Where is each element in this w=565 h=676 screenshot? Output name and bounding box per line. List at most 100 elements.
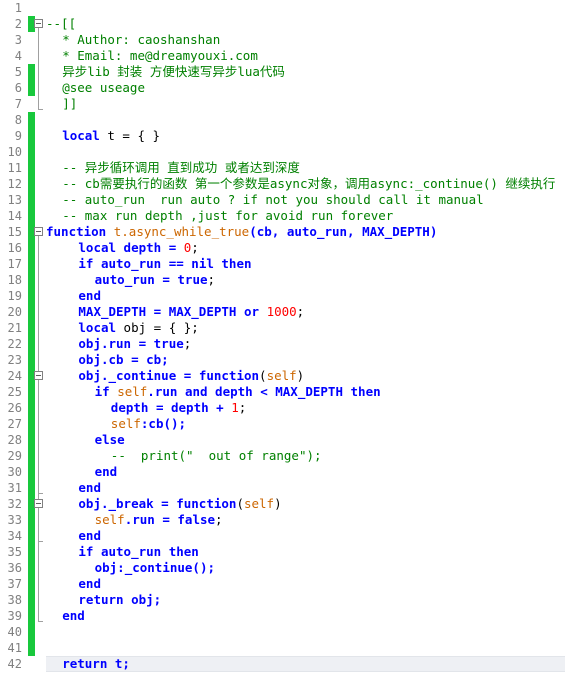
code-line[interactable]: --[[ xyxy=(46,16,76,32)
code-editor[interactable]: 1 2 3 4 5 6 7 8 9 10 11 12 13 14 15 16 17 18 19 20 21 22 23 24 2… xyxy=(0,0,565,676)
code-line[interactable]: end xyxy=(62,608,85,624)
line-number: 9 xyxy=(14,129,22,143)
code-token-keyword: return xyxy=(62,656,108,671)
code-token-keyword: false xyxy=(177,512,216,527)
code-line[interactable]: local t = { } xyxy=(62,128,160,144)
code-token-keyword: local xyxy=(62,128,100,143)
line-number: 28 xyxy=(7,433,22,447)
code-line[interactable]: end xyxy=(78,288,101,304)
code-line[interactable]: if auto_run == nil then xyxy=(78,256,251,272)
line-number: 13 xyxy=(7,193,22,207)
code-token-keyword: function xyxy=(176,496,237,511)
code-line[interactable]: end xyxy=(78,576,101,592)
code-line[interactable]: -- cb需要执行的函数 第一个参数是async对象，调用async:_cont… xyxy=(62,176,555,192)
line-number: 10 xyxy=(7,145,22,159)
code-line[interactable]: obj._continue = function(self) xyxy=(78,368,304,384)
code-line[interactable]: @see useage xyxy=(62,80,145,96)
line-number: 23 xyxy=(7,353,22,367)
code-line[interactable]: end xyxy=(78,480,101,496)
code-token-self: self xyxy=(110,416,141,431)
code-token-comment: 异步lib 封装 方便快速写异步lua代码 xyxy=(62,64,285,79)
code-line[interactable]: else xyxy=(95,432,125,448)
code-line[interactable]: auto_run = true; xyxy=(95,272,215,288)
fold-toggle-expanded[interactable] xyxy=(34,19,43,28)
code-line[interactable]: if self.run and depth < MAX_DEPTH then xyxy=(95,384,381,400)
line-number: 38 xyxy=(7,593,22,607)
code-token-plain: obj = { }; xyxy=(116,320,199,335)
line-number: 16 xyxy=(7,241,22,255)
code-token-keyword: end xyxy=(62,608,85,623)
code-token-keyword: then xyxy=(168,544,199,559)
code-token-keyword: obj._continue = xyxy=(78,368,199,383)
code-line[interactable]: self:cb(); xyxy=(111,416,186,432)
code-token-plain: ; xyxy=(191,240,199,255)
code-line[interactable]: self.run = false; xyxy=(95,512,223,528)
code-token-keyword: if xyxy=(94,384,110,399)
code-line[interactable]: return obj; xyxy=(78,592,161,608)
code-token-keyword: obj:_continue(); xyxy=(94,560,216,575)
code-line[interactable]: obj.run = true; xyxy=(78,336,191,352)
code-line[interactable]: 异步lib 封装 方便快速写异步lua代码 xyxy=(62,64,285,80)
code-line[interactable]: -- max run depth ,just for avoid run for… xyxy=(62,208,393,224)
code-line[interactable]: obj._break = function(self) xyxy=(78,496,281,512)
code-token-keyword: .run xyxy=(147,384,185,399)
code-line[interactable]: MAX_DEPTH = MAX_DEPTH or 1000; xyxy=(78,304,304,320)
code-line[interactable]: -- 异步循环调用 直到成功 或者达到深度 xyxy=(62,160,300,176)
code-token-comment: * Author: caoshanshan xyxy=(62,32,221,47)
line-number: 32 xyxy=(7,497,22,511)
code-token-keyword: and xyxy=(184,384,208,399)
code-token-keyword: if xyxy=(78,256,94,271)
code-token-keyword: MAX_DEPTH = MAX_DEPTH xyxy=(78,304,244,319)
code-line[interactable]: local depth = 0; xyxy=(78,240,198,256)
line-number: 34 xyxy=(7,529,22,543)
code-line[interactable]: * Author: caoshanshan xyxy=(62,32,220,48)
code-token-keyword: depth = xyxy=(116,240,184,255)
code-line[interactable]: end xyxy=(78,528,101,544)
line-number: 12 xyxy=(7,177,22,191)
code-token-keyword: end xyxy=(78,576,101,591)
code-line[interactable]: -- auto_run run auto ? if not you should… xyxy=(62,192,483,208)
line-number: 26 xyxy=(7,401,22,415)
code-token-self: self xyxy=(117,384,148,399)
code-line[interactable]: depth = depth + 1; xyxy=(111,400,246,416)
code-token-keyword: .run = xyxy=(124,512,178,527)
code-line[interactable]: return t; xyxy=(62,656,130,672)
code-line[interactable]: ]] xyxy=(62,96,77,112)
line-number: 7 xyxy=(14,97,22,111)
fold-guide-line xyxy=(38,27,43,110)
code-token-plain: t = { } xyxy=(99,128,161,143)
code-token-plain: ( xyxy=(259,368,267,383)
line-number: 21 xyxy=(7,321,22,335)
code-token-keyword: :cb(); xyxy=(140,416,187,431)
code-token-self: self xyxy=(266,368,297,383)
fold-toggle-expanded[interactable] xyxy=(34,371,43,380)
code-line[interactable]: if auto_run then xyxy=(78,544,198,560)
code-token-keyword: return xyxy=(78,592,124,607)
code-line[interactable]: obj:_continue(); xyxy=(95,560,215,576)
code-token-keyword: obj.cb = cb; xyxy=(78,352,169,367)
code-token-keyword: if xyxy=(78,544,94,559)
code-token-comment: --[[ xyxy=(46,16,77,31)
code-line[interactable]: end xyxy=(95,464,118,480)
code-line[interactable]: function t.async_while_true(cb, auto_run… xyxy=(46,224,437,240)
code-line[interactable]: * Email: me@dreamyouxi.com xyxy=(62,48,258,64)
code-line[interactable]: local obj = { }; xyxy=(78,320,198,336)
code-token-plain: ; xyxy=(238,400,247,415)
line-number: 39 xyxy=(7,609,22,623)
line-number: 11 xyxy=(7,161,22,175)
line-number: 29 xyxy=(7,449,22,463)
line-number: 6 xyxy=(14,81,22,95)
code-line[interactable]: obj.cb = cb; xyxy=(78,352,168,368)
editor-gutter[interactable]: 1 2 3 4 5 6 7 8 9 10 11 12 13 14 15 16 17 18 19 20 21 22 23 24 2… xyxy=(0,0,46,676)
code-token-keyword: or xyxy=(243,304,260,319)
code-line[interactable]: -- print(" out of range"); xyxy=(111,448,322,464)
code-text-area[interactable]: --[[* Author: caoshanshan * Email: me@dre… xyxy=(46,0,565,676)
code-token-comment: -- 异步循环调用 直到成功 或者达到深度 xyxy=(62,160,300,175)
fold-toggle-expanded[interactable] xyxy=(34,499,43,508)
line-number: 35 xyxy=(7,545,22,559)
code-token-keyword: auto_run = xyxy=(94,272,178,287)
code-token-self: self xyxy=(94,512,125,527)
code-token-plain: ; xyxy=(296,304,305,319)
fold-toggle-expanded[interactable] xyxy=(34,227,43,236)
